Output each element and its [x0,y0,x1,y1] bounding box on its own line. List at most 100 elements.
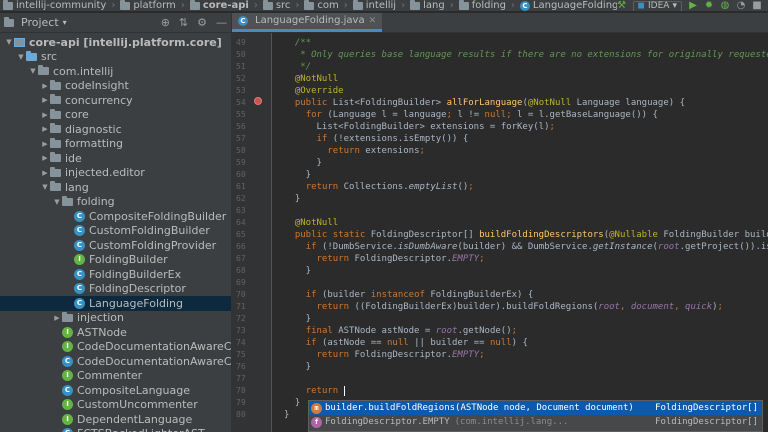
tree-item-label: com.intellij [53,64,114,78]
tree-item[interactable]: C CustomFoldingProvider [0,238,231,253]
tree-item[interactable]: I Commenter [0,369,231,384]
tree-item[interactable]: ▶ ide [0,151,231,166]
code-line: } [284,410,290,420]
package-icon [50,181,61,192]
profiler-icon[interactable]: ◔ [736,1,746,11]
collapsed-arrow-icon[interactable]: ▶ [40,140,50,148]
tree-item[interactable]: I FoldingBuilder [0,253,231,268]
line-number: 71 [236,302,246,311]
project-panel-tools: ⊕ ⇅ ⚙ — [161,16,227,29]
tab-languagefolding-java[interactable]: C LanguageFolding.java ✕ [232,13,383,32]
debug-icon[interactable]: ✹ [704,1,714,11]
tree-item[interactable]: C FoldingBuilderEx [0,267,231,282]
tree-item[interactable]: ▼ com.intellij [0,64,231,79]
tree-item[interactable]: C FoldingDescriptor [0,282,231,297]
run-configuration-dropdown[interactable]: ◼ IDEA ▾ [632,0,682,11]
tree-item-label: injection [77,311,124,325]
tree-item-label: folding [77,195,115,209]
collapsed-arrow-icon[interactable]: ▶ [40,111,50,119]
breadcrumb-separator: › [180,0,185,11]
chevron-down-icon: ▾ [62,18,67,27]
breadcrumb-folding[interactable]: folding [456,0,509,11]
collapse-all-icon[interactable]: ⇅ [179,16,188,29]
tree-item[interactable]: ▶ formatting [0,137,231,152]
scroll-from-source-icon[interactable]: ⊕ [161,16,170,29]
tree-item[interactable]: C LanguageFolding [0,296,231,311]
tree-item[interactable]: I CodeDocumentationAwareCo [0,340,231,355]
breadcrumb-src[interactable]: src [260,0,294,11]
tree-item[interactable]: ▶ concurrency [0,93,231,108]
tree-item[interactable]: C CustomFoldingBuilder [0,224,231,239]
expanded-arrow-icon[interactable]: ▼ [40,183,50,191]
collapsed-arrow-icon[interactable]: ▶ [40,154,50,162]
tree-item[interactable]: ▼ core-api [intellij.platform.core] [0,35,231,50]
breadcrumb-com[interactable]: com [301,0,341,11]
tree-item[interactable]: ▶ injected.editor [0,166,231,181]
run-icon[interactable]: ▶ [688,1,698,11]
project-view-selector[interactable]: Project ▾ [4,16,67,29]
class-icon: C [238,15,248,26]
expanded-arrow-icon[interactable]: ▼ [52,198,62,206]
code-line: public static FoldingDescriptor[] buildF… [294,230,768,240]
hide-panel-icon[interactable]: — [216,16,227,29]
collapsed-arrow-icon[interactable]: ▶ [40,82,50,90]
gear-icon[interactable]: ⚙ [197,16,207,29]
close-icon[interactable]: ✕ [369,16,377,26]
folder-icon [304,0,315,10]
breadcrumb-platform[interactable]: platform [117,0,179,11]
code-line: @NotNull [284,74,339,84]
tree-item[interactable]: I CustomUncommenter [0,398,231,413]
collapsed-arrow-icon[interactable]: ▶ [40,96,50,104]
collapsed-arrow-icon[interactable]: ▶ [40,169,50,177]
tree-item[interactable]: ▶ core [0,108,231,123]
collapsed-arrow-icon[interactable]: ▶ [40,125,50,133]
breadcrumb-separator: › [401,0,406,11]
tree-item[interactable]: C CompositeLanguage [0,383,231,398]
tree-item[interactable]: ▼ src [0,50,231,65]
line-number: 69 [236,278,246,287]
tree-item[interactable]: C FCTSBackedLighterAST [0,427,231,432]
override-marker-icon[interactable] [254,97,262,105]
code-line: for (Language l = language; l != null; l… [305,110,658,120]
tree-item[interactable]: ▶ codeInsight [0,79,231,94]
tree-item[interactable]: C CodeDocumentationAwareCo [0,354,231,369]
tree-item[interactable]: ▶ diagnostic [0,122,231,137]
package-icon [50,137,61,148]
expanded-arrow-icon[interactable]: ▼ [16,53,26,61]
code-line: return ((FoldingBuilderEx)builder).build… [316,302,723,312]
expanded-arrow-icon[interactable]: ▼ [28,67,38,75]
code-editor[interactable]: 49 50 51 52 53 54 55 56 57 58 59 60 61 62 63 64 65 66 67 68… [232,33,768,432]
breadcrumb-core-api[interactable]: core-api [187,0,252,11]
code-line: if (builder instanceof FoldingBuilderEx)… [305,290,534,300]
stop-icon[interactable]: ■ [752,1,762,11]
class-icon: C [74,283,85,295]
completion-item[interactable]: m builder.buildFoldRegions(ASTNode node,… [309,401,762,415]
tree-item-label: ide [65,151,82,165]
code-line: } [284,314,312,324]
tree-item-label: core [65,108,89,122]
class-icon: C [62,355,73,367]
breadcrumb-lang[interactable]: lang [407,0,448,11]
breadcrumb-intellij[interactable]: intellij [350,0,399,11]
line-number: 60 [236,170,246,179]
breadcrumb-separator: › [343,0,348,11]
folder-icon [262,0,273,10]
tree-item[interactable]: ▼ lang [0,180,231,195]
breadcrumb-separator: › [295,0,300,11]
code-line: } [284,398,301,408]
breadcrumb-languagefolding[interactable]: C LanguageFolding [517,0,621,11]
expanded-arrow-icon[interactable]: ▼ [4,38,14,46]
collapsed-arrow-icon[interactable]: ▶ [52,314,62,322]
coverage-icon[interactable]: ◍ [720,1,730,11]
completion-item[interactable]: f FoldingDescriptor.EMPTY (com.intellij.… [309,415,762,429]
tree-item[interactable]: ▼ folding [0,195,231,210]
tree-item[interactable]: C CompositeFoldingBuilder [0,209,231,224]
tree-item[interactable]: ▶ injection [0,311,231,326]
breadcrumb-intellij-community[interactable]: intellij-community [0,0,109,11]
line-number: 77 [236,374,246,383]
tree-item[interactable]: I ASTNode [0,325,231,340]
build-hammer-icon[interactable]: ⚒ [617,1,627,11]
line-number: 56 [236,122,246,131]
tree-item[interactable]: I DependentLanguage [0,412,231,427]
line-number: 75 [236,350,246,359]
